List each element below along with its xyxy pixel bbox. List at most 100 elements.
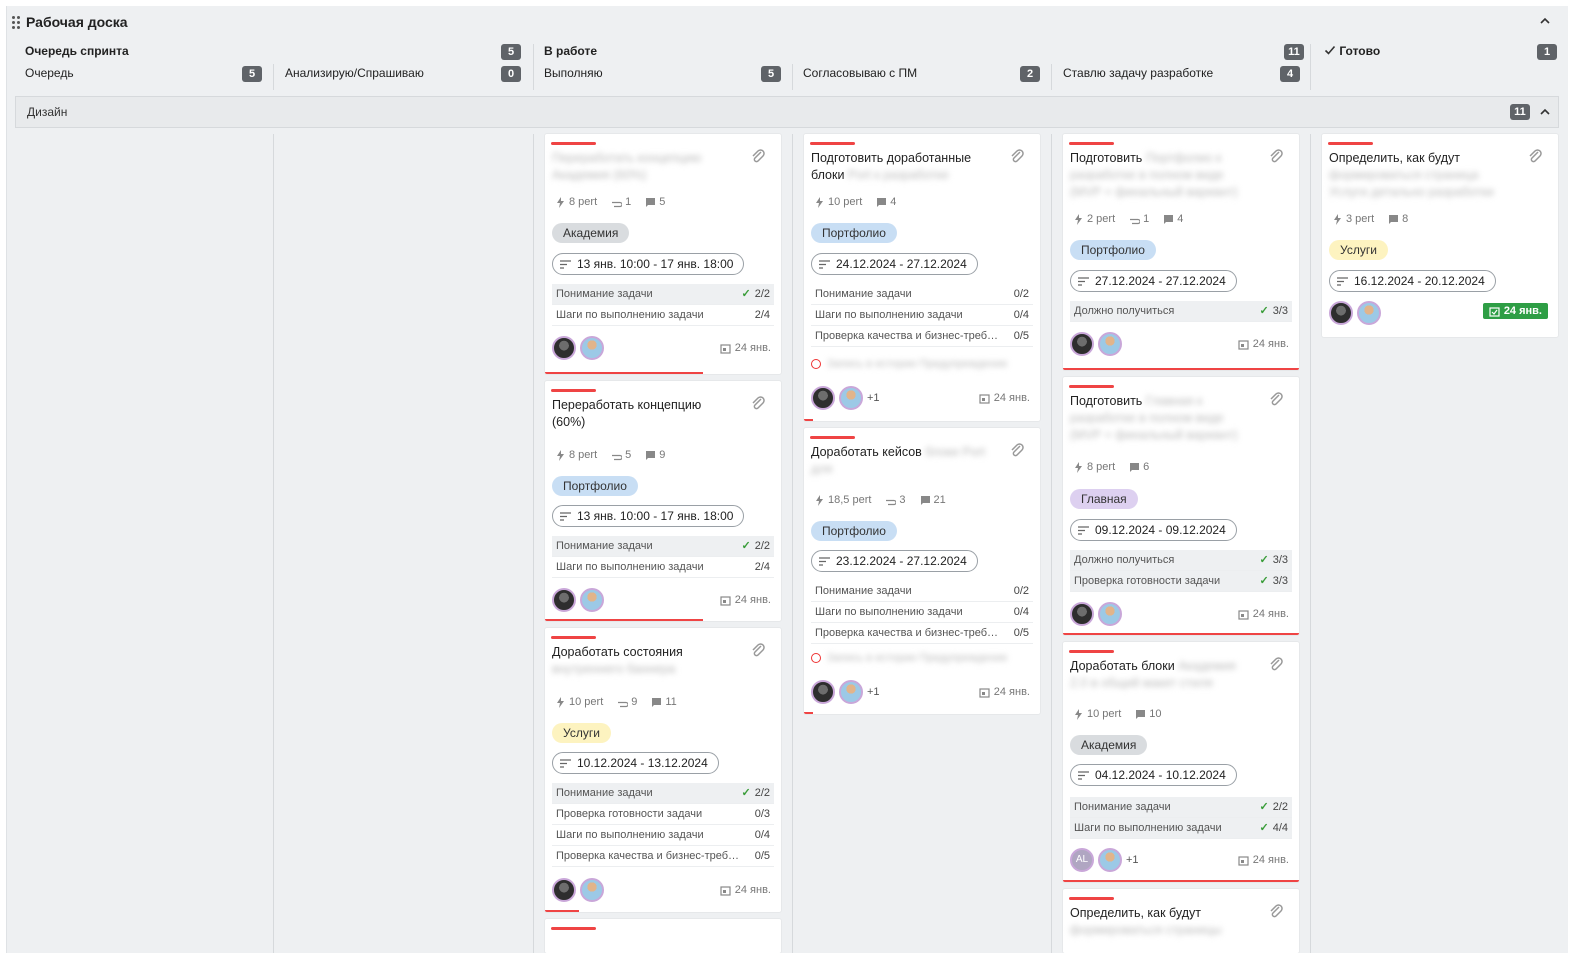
avatar[interactable] [580,878,604,902]
drag-handle-icon[interactable] [12,16,20,30]
bolt-icon [557,449,564,461]
check-icon [1324,45,1336,55]
checklist-item[interactable]: Шаги по выполнению задачи 2/4 [552,557,774,578]
avatar[interactable] [580,336,604,360]
more-assignees[interactable]: +1 [1126,854,1139,866]
checklist-item[interactable]: Должно получиться ✓ 3/3 [1070,301,1292,322]
avatar[interactable] [1070,332,1094,356]
checklist-item[interactable]: Понимание задачи ✓ 2/2 [552,536,774,557]
date-range[interactable]: 24.12.2024 - 27.12.2024 [811,253,978,275]
task-card[interactable]: Определить, как будут формироваться стра… [1322,134,1558,337]
date-range[interactable]: 10.12.2024 - 13.12.2024 [552,752,719,774]
pert-estimate: 10 pert [814,196,862,208]
checklist: Должно получиться ✓ 3/3 [1070,301,1292,322]
checklist-item[interactable]: Проверка готовности задачи ✓ 3/3 [1070,571,1292,592]
column-divider [1310,44,1311,90]
avatar[interactable] [1329,301,1353,325]
checklist-item[interactable]: Проверка готовности задачи 0/3 [552,804,774,825]
swimlane-design[interactable]: Дизайн 11 [15,96,1559,128]
more-assignees[interactable]: +1 [867,392,880,404]
chevron-up-icon[interactable] [1538,14,1552,28]
project-tag[interactable]: Портфолио [1070,240,1156,260]
calendar-icon [1238,339,1249,350]
avatar[interactable] [811,386,835,410]
avatar[interactable] [580,588,604,612]
date-range[interactable]: 04.12.2024 - 10.12.2024 [1070,764,1237,786]
avatar[interactable] [839,386,863,410]
chevron-up-icon[interactable] [1538,105,1552,119]
comment-count: 9 [645,449,665,461]
date-range[interactable]: 09.12.2024 - 09.12.2024 [1070,519,1237,541]
task-card[interactable]: Определить, как будут формироваться стра… [1063,889,1299,953]
checklist-item[interactable]: Проверка качества и бизнес-треб… 0/5 [811,326,1033,347]
checklist: Понимание задачи 0/2 Шаги по выполнению з… [811,581,1033,644]
checklist-item[interactable]: Шаги по выполнению задачи 2/4 [552,305,774,326]
project-tag[interactable]: Портфолио [811,223,897,243]
task-card[interactable] [545,919,781,953]
date-range[interactable]: 16.12.2024 - 20.12.2024 [1329,270,1496,292]
assignees: +1 [811,680,880,704]
checklist-item[interactable]: Шаги по выполнению задачи 0/4 [811,305,1033,326]
attachment-icon [1130,218,1141,224]
pert-estimate: 2 pert [1073,213,1115,225]
checklist-item[interactable]: Понимание задачи 0/2 [811,284,1033,305]
swimlane-title: Дизайн [27,105,68,119]
project-tag[interactable]: Академия [552,223,630,243]
project-tag[interactable]: Портфолио [811,521,897,541]
status-handoff-dev[interactable]: Ставлю задачу разработке 4 [1063,66,1300,94]
task-card[interactable]: Переработать концепцию (60%) 8 pert 5 9 … [545,381,781,621]
project-tag[interactable]: Главная [1070,489,1138,509]
checklist-item[interactable]: Шаги по выполнению задачи ✓ 4/4 [1070,818,1292,839]
avatar[interactable] [811,680,835,704]
paperclip-icon [752,396,765,410]
avatar[interactable] [552,588,576,612]
checklist-item[interactable]: Понимание задачи 0/2 [811,581,1033,602]
checklist-item[interactable]: Понимание задачи ✓ 2/2 [552,783,774,804]
task-card[interactable]: Доработать кейсов блоки Port для 18,5 pe… [804,428,1040,714]
status-analyzing[interactable]: Анализирую/Спрашиваю 0 [285,66,521,94]
more-assignees[interactable]: +1 [867,686,880,698]
date-range[interactable]: 27.12.2024 - 27.12.2024 [1070,270,1237,292]
avatar[interactable] [1070,602,1094,626]
task-card[interactable]: Подготовить Главная к разработке в полно… [1063,377,1299,635]
checklist-item[interactable]: Проверка качества и бизнес-треб… 0/5 [811,623,1033,644]
assignees [1070,332,1122,356]
avatar[interactable] [1098,332,1122,356]
project-tag[interactable]: Услуги [1329,240,1388,260]
date-range[interactable]: 13 янв. 10:00 - 17 янв. 18:00 [552,505,745,527]
avatar[interactable] [1357,301,1381,325]
checklist-item[interactable]: Проверка качества и бизнес-треб… 0/5 [552,846,774,867]
avatar[interactable] [1098,848,1122,872]
task-card[interactable]: Подготовить Портфолио к разработке в пол… [1063,134,1299,370]
checklist-item[interactable]: Понимание задачи ✓ 2/2 [552,284,774,305]
task-card[interactable]: Переработать концепцию Академия (60%) 8 … [545,134,781,374]
avatar[interactable] [1098,602,1122,626]
avatar[interactable] [839,680,863,704]
task-card[interactable]: Доработать состояния внутреннего баннера … [545,628,781,912]
date-range[interactable]: 23.12.2024 - 27.12.2024 [811,550,978,572]
avatar[interactable] [552,878,576,902]
card-title: Доработать блоки Академия 2.0 в общий ма… [1070,659,1236,690]
status-queue[interactable]: Очередь 5 [25,66,262,94]
warning-icon [811,653,821,663]
status-pm-approval[interactable]: Согласовываю с ПМ 2 [803,66,1040,94]
task-card[interactable]: Подготовить доработанные блоки Port к ра… [804,134,1040,421]
checklist-item[interactable]: Шаги по выполнению задачи 0/4 [811,602,1033,623]
avatar[interactable] [552,336,576,360]
date-range[interactable]: 13 янв. 10:00 - 17 янв. 18:00 [552,253,745,275]
bolt-icon [1075,213,1082,225]
checklist-item[interactable]: Шаги по выполнению задачи 0/4 [552,825,774,846]
status-doing[interactable]: Выполняю 5 [544,66,781,94]
checklist-item[interactable]: Понимание задачи ✓ 2/2 [1070,797,1292,818]
project-tag[interactable]: Академия [1070,735,1148,755]
comment-count: 5 [645,196,665,208]
count-badge: 5 [761,66,781,82]
project-tag[interactable]: Услуги [552,723,611,743]
project-tag[interactable]: Портфолио [552,476,638,496]
paperclip-icon [1270,904,1283,918]
priority-bar [551,636,596,639]
checklist-item[interactable]: Должно получиться ✓ 3/3 [1070,550,1292,571]
bolt-icon [1075,708,1082,720]
task-card[interactable]: Доработать блоки Академия 2.0 в общий ма… [1063,642,1299,882]
avatar[interactable]: AL [1070,848,1094,872]
